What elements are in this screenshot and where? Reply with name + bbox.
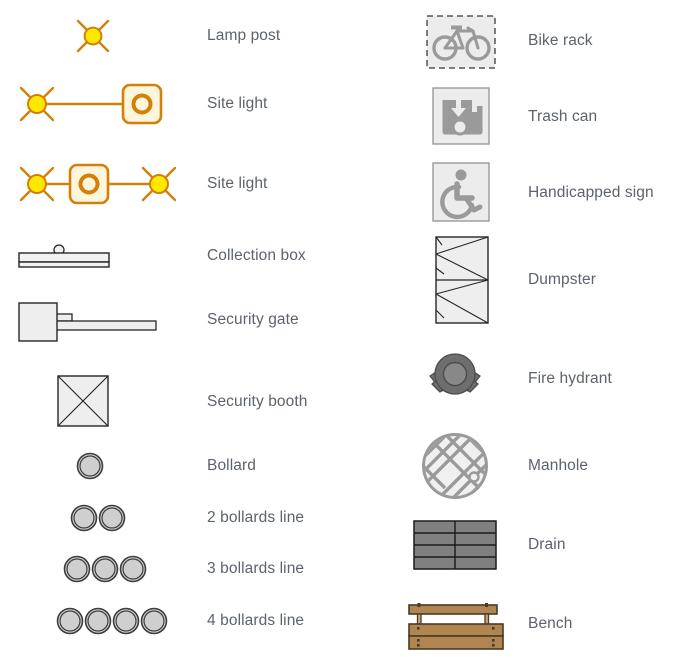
legend-label: Dumpster xyxy=(528,271,596,289)
site-light-1-icon xyxy=(0,74,185,134)
bollards-4-icon xyxy=(0,603,185,639)
legend-item-drain[interactable]: Drain xyxy=(400,514,695,576)
legend-label: Collection box xyxy=(207,247,306,265)
legend-label: Bollard xyxy=(207,457,256,475)
legend-label: Trash can xyxy=(528,108,598,126)
legend-label: Lamp post xyxy=(207,27,281,45)
legend-label: Site light xyxy=(207,175,268,193)
bollards-2-icon xyxy=(0,500,185,536)
legend-item-lamp-post[interactable]: Lamp post xyxy=(0,6,400,66)
security-booth-icon xyxy=(0,370,185,434)
security-gate-icon xyxy=(0,290,185,350)
legend-item-collection-box[interactable]: Collection box xyxy=(0,226,400,286)
legend-item-security-booth[interactable]: Security booth xyxy=(0,370,400,434)
legend-item-bollard[interactable]: Bollard xyxy=(0,448,400,484)
fire-hydrant-icon xyxy=(400,344,510,414)
legend-item-handicapped-sign[interactable]: Handicapped sign xyxy=(400,160,695,226)
legend-item-bollards-2[interactable]: 2 bollards line xyxy=(0,500,400,536)
legend-item-bench[interactable]: Bench xyxy=(400,596,695,652)
legend-label: Handicapped sign xyxy=(528,184,654,202)
legend-item-bollards-4[interactable]: 4 bollards line xyxy=(0,603,400,639)
legend-item-bike-rack[interactable]: Bike rack xyxy=(400,8,695,74)
legend-item-site-light-1[interactable]: Site light xyxy=(0,74,400,134)
dumpster-icon xyxy=(400,232,510,328)
site-light-2-icon xyxy=(0,154,185,214)
legend-label: Fire hydrant xyxy=(528,370,612,388)
bollard-icon xyxy=(0,448,185,484)
legend-label: Drain xyxy=(528,536,566,554)
bench-icon xyxy=(400,596,510,652)
legend-item-dumpster[interactable]: Dumpster xyxy=(400,232,695,328)
legend-item-trash-can[interactable]: Trash can xyxy=(400,84,695,150)
manhole-icon xyxy=(400,428,510,504)
stencil-legend: Lamp post Site light Site light Collecti… xyxy=(0,0,695,670)
legend-item-manhole[interactable]: Manhole xyxy=(400,428,695,504)
handicapped-sign-icon xyxy=(400,160,510,226)
legend-label: Site light xyxy=(207,95,268,113)
legend-label: Bench xyxy=(528,615,573,633)
legend-label: Bike rack xyxy=(528,32,593,50)
legend-label: 2 bollards line xyxy=(207,509,305,527)
legend-item-site-light-2[interactable]: Site light xyxy=(0,154,400,214)
legend-label: Security gate xyxy=(207,311,299,329)
legend-item-fire-hydrant[interactable]: Fire hydrant xyxy=(400,344,695,414)
legend-label: 4 bollards line xyxy=(207,612,305,630)
legend-label: Manhole xyxy=(528,457,589,475)
bike-rack-icon xyxy=(400,8,510,74)
legend-label: 3 bollards line xyxy=(207,560,305,578)
lamp-post-icon xyxy=(0,6,185,66)
legend-label: Security booth xyxy=(207,393,308,411)
legend-item-security-gate[interactable]: Security gate xyxy=(0,290,400,350)
bollards-3-icon xyxy=(0,551,185,587)
legend-item-bollards-3[interactable]: 3 bollards line xyxy=(0,551,400,587)
collection-box-icon xyxy=(0,226,185,286)
drain-icon xyxy=(400,514,510,576)
trash-can-icon xyxy=(400,84,510,150)
